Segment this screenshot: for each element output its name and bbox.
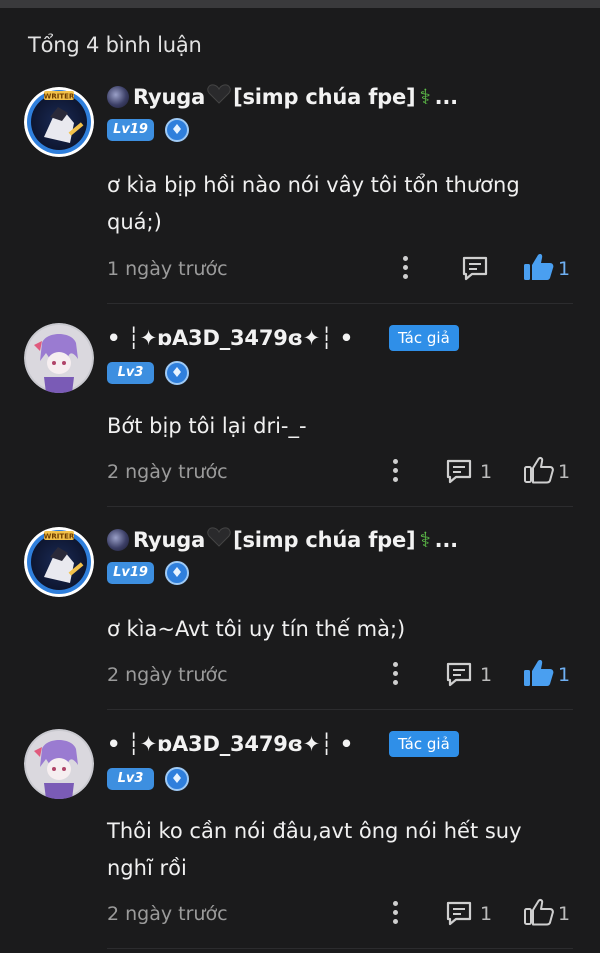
author-badge: Tác giả <box>389 325 459 351</box>
level-badge: Lv19 <box>107 562 154 584</box>
level-shield-icon <box>165 767 189 791</box>
level-badge: Lv3 <box>107 768 154 790</box>
avatar-orb-icon <box>107 528 129 551</box>
comment-time: 2 ngày trước <box>107 664 228 686</box>
svg-text:WRITER: WRITER <box>44 533 75 541</box>
reply-icon[interactable] <box>445 900 473 926</box>
top-bar <box>0 0 600 8</box>
more-vertical-icon[interactable] <box>393 662 399 686</box>
username[interactable]: • ┆✦ɒA3D_3479ɞ✦┆ • <box>107 326 353 350</box>
heart-icon <box>207 527 231 552</box>
comment-text: ơ kìa bịp hồi nào nói vây tôi tổn thương… <box>107 173 520 234</box>
thumbs-up-icon[interactable] <box>523 658 555 688</box>
level-shield-icon <box>165 561 189 585</box>
reply-count: 1 <box>480 461 493 483</box>
reply-count: 1 <box>480 903 493 925</box>
divider <box>107 303 573 304</box>
divider <box>107 948 573 949</box>
more-vertical-icon[interactable] <box>393 459 399 483</box>
more-vertical-icon[interactable] <box>393 901 399 925</box>
author-badge: Tác giả <box>389 731 459 757</box>
reply-icon[interactable] <box>445 458 473 484</box>
like-count: 1 <box>558 664 571 686</box>
user-avatar[interactable] <box>24 729 94 799</box>
svg-text:WRITER: WRITER <box>44 93 75 101</box>
reply-count: 1 <box>480 664 493 686</box>
thumbs-up-icon[interactable] <box>523 455 555 485</box>
username[interactable]: Ryuga [simp chúa fpe] ⚕ ... <box>107 527 458 552</box>
reply-icon[interactable] <box>461 255 489 281</box>
like-count: 1 <box>558 903 571 925</box>
level-shield-icon <box>165 118 189 142</box>
like-count: 1 <box>558 461 571 483</box>
comment-text: Thôi ko cần nói đâu,avt ông nói hết suy … <box>107 819 522 880</box>
like-count: 1 <box>558 258 571 280</box>
divider <box>107 506 573 507</box>
comment-time: 1 ngày trước <box>107 258 228 280</box>
thumbs-up-icon[interactable] <box>523 252 555 282</box>
user-avatar[interactable] <box>24 323 94 393</box>
divider <box>107 709 573 710</box>
comment-time: 2 ngày trước <box>107 903 228 925</box>
more-vertical-icon[interactable] <box>403 256 409 280</box>
writer-avatar[interactable]: WRITER <box>24 87 94 157</box>
avatar-orb-icon <box>107 85 129 108</box>
reply-icon[interactable] <box>445 661 473 687</box>
username[interactable]: • ┆✦ɒA3D_3479ɞ✦┆ • <box>107 732 353 756</box>
comment-text: ơ kìa~Avt tôi uy tín thế mà;) <box>107 617 406 641</box>
snake-icon: ⚕ <box>419 84 431 109</box>
snake-icon: ⚕ <box>419 527 431 552</box>
level-shield-icon <box>165 361 189 385</box>
level-badge: Lv19 <box>107 119 154 141</box>
heart-icon <box>207 84 231 109</box>
comment-time: 2 ngày trước <box>107 461 228 483</box>
thumbs-up-icon[interactable] <box>523 897 555 927</box>
comment-count-title: Tổng 4 bình luận <box>28 33 202 57</box>
level-badge: Lv3 <box>107 362 154 384</box>
writer-avatar[interactable]: WRITER <box>24 527 94 597</box>
username[interactable]: Ryuga [simp chúa fpe] ⚕ ... <box>107 84 458 109</box>
comment-text: Bớt bịp tôi lại dri-_- <box>107 414 307 438</box>
